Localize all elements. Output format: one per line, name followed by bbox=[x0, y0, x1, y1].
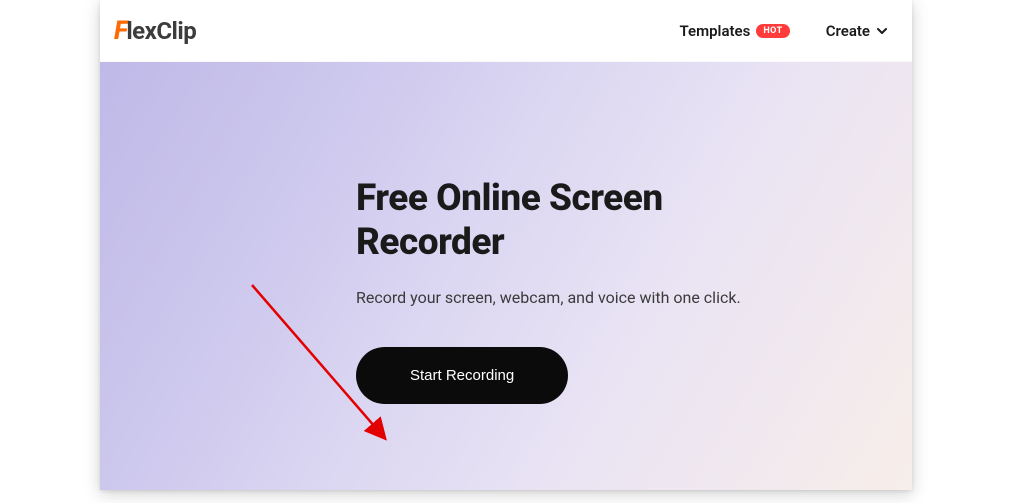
nav-create[interactable]: Create bbox=[826, 22, 888, 40]
page-frame: FlexClip Templates HOT Create Free Onlin… bbox=[100, 0, 912, 490]
start-recording-button[interactable]: Start Recording bbox=[356, 347, 568, 404]
logo-accent: F bbox=[114, 16, 127, 46]
logo-text: lexClip bbox=[126, 17, 196, 45]
hero-title-line2: Recorder bbox=[356, 221, 504, 264]
hero-title-line1: Free Online Screen bbox=[356, 177, 663, 220]
nav-right: Templates HOT Create bbox=[679, 22, 888, 40]
nav-templates-label: Templates bbox=[679, 22, 750, 40]
logo[interactable]: FlexClip bbox=[114, 16, 196, 46]
hero-subtitle: Record your screen, webcam, and voice wi… bbox=[356, 288, 912, 307]
hero: Free Online Screen Recorder Record your … bbox=[100, 62, 912, 490]
nav-create-label: Create bbox=[826, 22, 870, 40]
hot-badge: HOT bbox=[756, 24, 789, 38]
hero-title: Free Online Screen Recorder bbox=[356, 177, 912, 266]
header: FlexClip Templates HOT Create bbox=[100, 0, 912, 62]
nav-templates[interactable]: Templates HOT bbox=[679, 22, 789, 40]
chevron-down-icon bbox=[876, 25, 888, 37]
